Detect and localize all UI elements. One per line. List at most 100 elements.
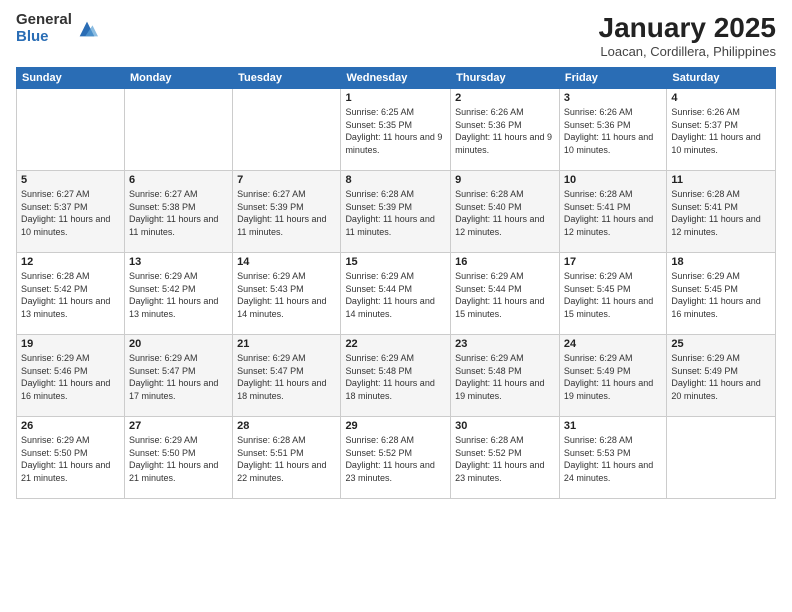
day-info: Sunrise: 6:28 AM Sunset: 5:52 PM Dayligh… — [455, 434, 555, 484]
table-row: 30 Sunrise: 6:28 AM Sunset: 5:52 PM Dayli… — [451, 417, 560, 499]
logo-icon — [76, 18, 98, 40]
table-row — [124, 89, 232, 171]
table-row — [233, 89, 341, 171]
day-info: Sunrise: 6:29 AM Sunset: 5:45 PM Dayligh… — [564, 270, 662, 320]
day-info: Sunrise: 6:28 AM Sunset: 5:40 PM Dayligh… — [455, 188, 555, 238]
table-row: 16 Sunrise: 6:29 AM Sunset: 5:44 PM Dayli… — [451, 253, 560, 335]
table-row: 22 Sunrise: 6:29 AM Sunset: 5:48 PM Dayli… — [341, 335, 451, 417]
logo: General Blue — [16, 12, 98, 45]
day-number: 18 — [671, 256, 771, 268]
day-number: 16 — [455, 256, 555, 268]
day-number: 23 — [455, 338, 555, 350]
day-number: 3 — [564, 92, 662, 104]
table-row: 9 Sunrise: 6:28 AM Sunset: 5:40 PM Daylig… — [451, 171, 560, 253]
col-wednesday: Wednesday — [341, 68, 451, 89]
day-number: 15 — [345, 256, 446, 268]
table-row: 20 Sunrise: 6:29 AM Sunset: 5:47 PM Dayli… — [124, 335, 232, 417]
day-info: Sunrise: 6:29 AM Sunset: 5:45 PM Dayligh… — [671, 270, 771, 320]
day-number: 4 — [671, 92, 771, 104]
day-number: 13 — [129, 256, 228, 268]
table-row: 25Sunrise: 6:29 AM Sunset: 5:49 PM Dayli… — [667, 335, 776, 417]
day-number: 27 — [129, 420, 228, 432]
day-number: 11 — [671, 174, 771, 186]
table-row: 26 Sunrise: 6:29 AM Sunset: 5:50 PM Dayli… — [17, 417, 125, 499]
calendar-week-1: 1 Sunrise: 6:25 AM Sunset: 5:35 PM Daylig… — [17, 89, 776, 171]
day-number: 22 — [345, 338, 446, 350]
table-row: 8 Sunrise: 6:28 AM Sunset: 5:39 PM Daylig… — [341, 171, 451, 253]
day-number: 26 — [21, 420, 120, 432]
day-info: Sunrise: 6:29 AM Sunset: 5:42 PM Dayligh… — [129, 270, 228, 320]
page: General Blue January 2025 Loacan, Cordil… — [0, 0, 792, 612]
day-number: 29 — [345, 420, 446, 432]
table-row: 18 Sunrise: 6:29 AM Sunset: 5:45 PM Dayli… — [667, 253, 776, 335]
logo-general: General — [16, 12, 72, 29]
table-row: 24 Sunrise: 6:29 AM Sunset: 5:49 PM Dayli… — [559, 335, 666, 417]
table-row: 12Sunrise: 6:28 AM Sunset: 5:42 PM Dayli… — [17, 253, 125, 335]
table-row: 28Sunrise: 6:28 AM Sunset: 5:51 PM Dayli… — [233, 417, 341, 499]
day-info: Sunrise: 6:29 AM Sunset: 5:44 PM Dayligh… — [345, 270, 446, 320]
table-row: 29 Sunrise: 6:28 AM Sunset: 5:52 PM Dayli… — [341, 417, 451, 499]
day-info: Sunrise: 6:27 AM Sunset: 5:38 PM Dayligh… — [129, 188, 228, 238]
calendar-week-3: 12Sunrise: 6:28 AM Sunset: 5:42 PM Dayli… — [17, 253, 776, 335]
table-row: 11 Sunrise: 6:28 AM Sunset: 5:41 PM Dayli… — [667, 171, 776, 253]
logo-blue: Blue — [16, 29, 72, 46]
table-row: 5Sunrise: 6:27 AM Sunset: 5:37 PM Daylig… — [17, 171, 125, 253]
day-info: Sunrise: 6:29 AM Sunset: 5:43 PM Dayligh… — [237, 270, 336, 320]
day-info: Sunrise: 6:28 AM Sunset: 5:52 PM Dayligh… — [345, 434, 446, 484]
day-info: Sunrise: 6:26 AM Sunset: 5:37 PM Dayligh… — [671, 106, 771, 156]
day-info: Sunrise: 6:29 AM Sunset: 5:48 PM Dayligh… — [345, 352, 446, 402]
day-number: 6 — [129, 174, 228, 186]
table-row: 17 Sunrise: 6:29 AM Sunset: 5:45 PM Dayli… — [559, 253, 666, 335]
day-number: 2 — [455, 92, 555, 104]
location: Loacan, Cordillera, Philippines — [599, 44, 776, 59]
day-info: Sunrise: 6:29 AM Sunset: 5:47 PM Dayligh… — [129, 352, 228, 402]
day-info: Sunrise: 6:26 AM Sunset: 5:36 PM Dayligh… — [564, 106, 662, 156]
day-number: 5 — [21, 174, 120, 186]
day-number: 30 — [455, 420, 555, 432]
day-number: 1 — [345, 92, 446, 104]
col-saturday: Saturday — [667, 68, 776, 89]
table-row: 7 Sunrise: 6:27 AM Sunset: 5:39 PM Daylig… — [233, 171, 341, 253]
day-info: Sunrise: 6:26 AM Sunset: 5:36 PM Dayligh… — [455, 106, 555, 156]
day-number: 19 — [21, 338, 120, 350]
col-monday: Monday — [124, 68, 232, 89]
table-row: 1 Sunrise: 6:25 AM Sunset: 5:35 PM Daylig… — [341, 89, 451, 171]
table-row: 10 Sunrise: 6:28 AM Sunset: 5:41 PM Dayli… — [559, 171, 666, 253]
day-info: Sunrise: 6:29 AM Sunset: 5:47 PM Dayligh… — [237, 352, 336, 402]
month-title: January 2025 — [599, 12, 776, 44]
day-number: 7 — [237, 174, 336, 186]
table-row: 21Sunrise: 6:29 AM Sunset: 5:47 PM Dayli… — [233, 335, 341, 417]
day-info: Sunrise: 6:28 AM Sunset: 5:51 PM Dayligh… — [237, 434, 336, 484]
col-thursday: Thursday — [451, 68, 560, 89]
day-number: 14 — [237, 256, 336, 268]
day-info: Sunrise: 6:29 AM Sunset: 5:48 PM Dayligh… — [455, 352, 555, 402]
table-row: 6 Sunrise: 6:27 AM Sunset: 5:38 PM Daylig… — [124, 171, 232, 253]
calendar-week-4: 19Sunrise: 6:29 AM Sunset: 5:46 PM Dayli… — [17, 335, 776, 417]
day-number: 20 — [129, 338, 228, 350]
day-info: Sunrise: 6:29 AM Sunset: 5:49 PM Dayligh… — [564, 352, 662, 402]
table-row: 27Sunrise: 6:29 AM Sunset: 5:50 PM Dayli… — [124, 417, 232, 499]
title-area: January 2025 Loacan, Cordillera, Philipp… — [599, 12, 776, 59]
day-number: 17 — [564, 256, 662, 268]
day-info: Sunrise: 6:28 AM Sunset: 5:41 PM Dayligh… — [671, 188, 771, 238]
day-number: 9 — [455, 174, 555, 186]
day-info: Sunrise: 6:28 AM Sunset: 5:41 PM Dayligh… — [564, 188, 662, 238]
day-info: Sunrise: 6:27 AM Sunset: 5:39 PM Dayligh… — [237, 188, 336, 238]
day-number: 25 — [671, 338, 771, 350]
table-row: 14 Sunrise: 6:29 AM Sunset: 5:43 PM Dayli… — [233, 253, 341, 335]
day-info: Sunrise: 6:28 AM Sunset: 5:39 PM Dayligh… — [345, 188, 446, 238]
col-sunday: Sunday — [17, 68, 125, 89]
day-info: Sunrise: 6:28 AM Sunset: 5:42 PM Dayligh… — [21, 270, 120, 320]
table-row — [17, 89, 125, 171]
table-row: 3 Sunrise: 6:26 AM Sunset: 5:36 PM Daylig… — [559, 89, 666, 171]
day-info: Sunrise: 6:29 AM Sunset: 5:44 PM Dayligh… — [455, 270, 555, 320]
calendar-week-2: 5Sunrise: 6:27 AM Sunset: 5:37 PM Daylig… — [17, 171, 776, 253]
day-number: 10 — [564, 174, 662, 186]
table-row: 19Sunrise: 6:29 AM Sunset: 5:46 PM Dayli… — [17, 335, 125, 417]
day-number: 24 — [564, 338, 662, 350]
day-number: 8 — [345, 174, 446, 186]
day-info: Sunrise: 6:25 AM Sunset: 5:35 PM Dayligh… — [345, 106, 446, 156]
calendar-week-5: 26 Sunrise: 6:29 AM Sunset: 5:50 PM Dayli… — [17, 417, 776, 499]
day-info: Sunrise: 6:29 AM Sunset: 5:50 PM Dayligh… — [21, 434, 120, 484]
table-row — [667, 417, 776, 499]
